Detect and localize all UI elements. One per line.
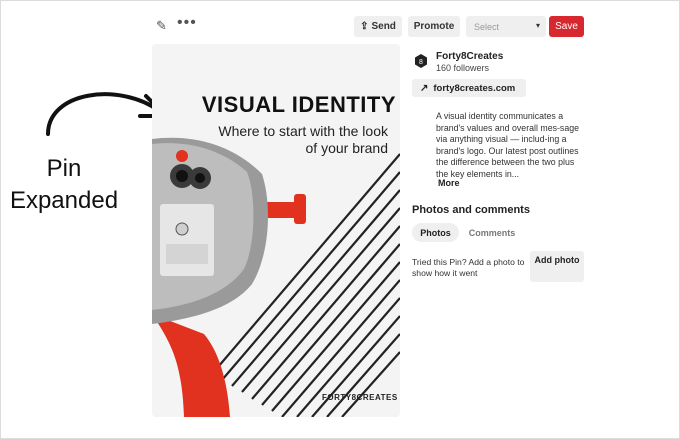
save-label: Save	[555, 21, 578, 32]
more-link[interactable]: More	[438, 178, 460, 188]
website-link-label: forty8creates.com	[433, 82, 516, 94]
arrow-up-right-icon: ↗	[420, 82, 429, 94]
follower-count: 160 followers	[436, 63, 490, 73]
annotation-line-1: Pin	[46, 155, 82, 182]
promote-label: Promote	[413, 21, 455, 32]
add-photo-prompt: Tried this Pin? Add a photo to show how …	[412, 257, 525, 278]
avatar[interactable]: 8	[414, 54, 428, 68]
chevron-down-icon: ▾	[535, 21, 540, 30]
send-label: Send	[371, 21, 396, 32]
svg-text:8: 8	[419, 59, 423, 66]
share-icon: ⇪	[360, 21, 369, 32]
pin-description: A visual identity communicates a brand's…	[436, 111, 579, 179]
send-button[interactable]: ⇪ Send	[354, 16, 402, 37]
profile-name[interactable]: Forty8Creates	[436, 51, 503, 62]
pin-title: VISUAL IDENTITY	[201, 92, 396, 117]
add-photo-button[interactable]: Add photo	[530, 251, 584, 282]
tab-comments[interactable]: Comments	[462, 223, 522, 242]
pin-image[interactable]: VISUAL IDENTITY Where to start with the …	[152, 44, 400, 417]
annotation-label: Pin Expanded	[8, 153, 120, 217]
tab-photos[interactable]: Photos	[412, 223, 459, 242]
pencil-icon[interactable]: ✎	[156, 18, 167, 34]
website-link-button[interactable]: ↗ forty8creates.com	[412, 79, 526, 97]
pin-subtitle: Where to start with the look of your bra…	[218, 123, 388, 156]
annotation-line-2: Expanded	[9, 187, 119, 214]
ellipsis-icon[interactable]: •••	[177, 14, 197, 32]
save-button[interactable]: Save	[549, 16, 584, 37]
photos-comments-heading: Photos and comments	[412, 204, 530, 216]
pin-brand-mark: FORTY8CREATES	[322, 393, 398, 402]
board-select[interactable]: Select ▾	[466, 16, 546, 37]
board-select-value: Select	[474, 21, 500, 32]
promote-button[interactable]: Promote	[408, 16, 460, 37]
